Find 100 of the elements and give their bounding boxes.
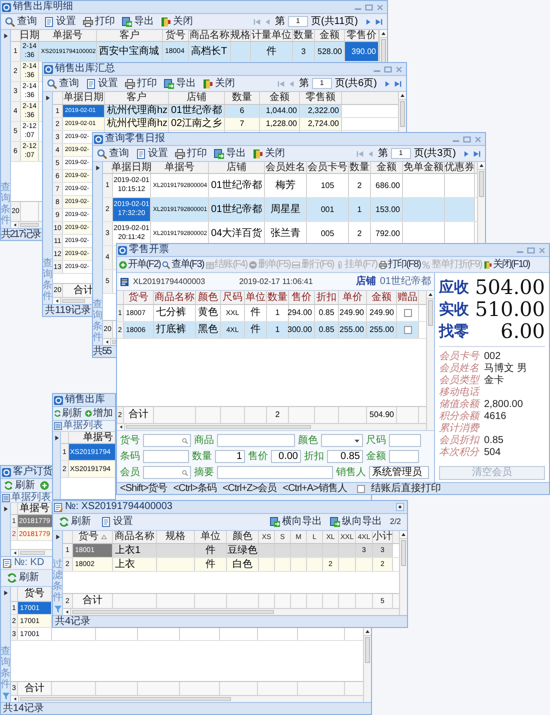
column-header[interactable]: 会员姓名 [265, 162, 307, 173]
search-field[interactable] [143, 466, 191, 479]
search-icon[interactable] [182, 438, 188, 444]
toolbar-button[interactable]: 导出 [164, 78, 196, 88]
toolbar-button[interactable]: 设置 [44, 16, 76, 26]
door-icon[interactable] [253, 148, 263, 158]
toolbar-button[interactable]: 刷新 [7, 573, 39, 583]
search-icon[interactable] [5, 16, 15, 26]
printer-icon[interactable] [125, 78, 135, 88]
column-header[interactable]: 客户 [97, 30, 163, 41]
column-header[interactable]: 店铺 [209, 162, 265, 173]
column-header[interactable]: 货号 [163, 30, 189, 41]
scrollbar-thumb[interactable] [365, 637, 370, 663]
input-field[interactable] [217, 466, 333, 479]
sort-icon[interactable] [100, 534, 106, 540]
search-field[interactable] [143, 434, 191, 447]
checkbox[interactable] [404, 309, 412, 317]
column-header[interactable]: 单据号 [69, 432, 115, 443]
search-icon[interactable] [162, 260, 170, 268]
door-icon[interactable] [203, 78, 213, 88]
input-field[interactable] [389, 450, 419, 463]
scrollbar[interactable] [426, 291, 434, 430]
column-header[interactable]: 金额 [371, 162, 403, 173]
scrollbar[interactable] [11, 221, 42, 228]
next-page-icon[interactable] [462, 150, 470, 158]
toolbar-button[interactable]: 设置 [101, 517, 133, 527]
toolbar-button[interactable]: 设置 [136, 148, 168, 158]
document-icon[interactable] [101, 517, 111, 527]
column-header[interactable]: 货号 [124, 291, 154, 304]
column-header[interactable]: 商品名称 [189, 30, 231, 41]
input-field[interactable]: 1 [215, 450, 245, 463]
checkbox[interactable] [356, 484, 365, 492]
column-header[interactable]: 单位 [245, 291, 267, 304]
checkbox[interactable] [404, 326, 412, 334]
toolbar-button[interactable]: 打印 [83, 16, 115, 26]
export-icon[interactable] [164, 78, 174, 88]
last-page-icon[interactable] [473, 150, 481, 158]
scrollbar-thumb[interactable] [400, 101, 405, 127]
input-field[interactable]: 0.00 [271, 450, 301, 463]
scrollbar[interactable] [379, 30, 387, 62]
column-header[interactable]: 货号 [73, 531, 113, 543]
first-page-icon[interactable] [252, 18, 261, 26]
column-header[interactable]: 单据日期 [113, 162, 151, 173]
scrollbar[interactable] [53, 297, 92, 304]
document-icon[interactable] [86, 78, 96, 88]
plus-icon[interactable] [40, 481, 49, 490]
scrollbar-thumb[interactable] [479, 171, 484, 197]
scroll-left-icon[interactable] [12, 551, 16, 555]
document-icon[interactable] [44, 16, 54, 26]
filter-icon[interactable] [2, 692, 10, 700]
column-header[interactable]: 数量 [267, 291, 289, 304]
door-icon[interactable] [161, 16, 171, 26]
refresh-icon[interactable] [7, 573, 17, 583]
column-header[interactable]: 颜色 [227, 531, 259, 543]
toolbar-button[interactable]: 导出 [122, 16, 154, 26]
filter-icon[interactable] [54, 605, 62, 613]
maximize-icon[interactable] [365, 4, 373, 10]
scrollbar-thumb[interactable] [126, 425, 312, 429]
export-icon[interactable] [122, 16, 132, 26]
scrollbar-thumb[interactable] [62, 299, 86, 303]
printer-icon[interactable] [379, 260, 388, 268]
column-header[interactable]: 单据号 [151, 162, 209, 173]
column-header[interactable]: 规格 [231, 30, 251, 41]
caret-icon[interactable] [354, 438, 360, 442]
column-header[interactable]: 金额 [260, 92, 300, 104]
search-icon[interactable] [182, 470, 188, 476]
toolbar-button[interactable]: 纵向导出 [330, 517, 382, 527]
toolbar-button[interactable]: 查询 [47, 78, 79, 88]
input-field[interactable] [143, 450, 189, 463]
printer-icon[interactable] [175, 148, 185, 158]
printer-icon[interactable] [83, 16, 93, 26]
toolbar-button[interactable]: 关闭 [253, 148, 285, 158]
column-header[interactable]: 赠品 [397, 291, 419, 304]
first-page-icon[interactable] [356, 150, 364, 158]
plus-icon[interactable] [85, 410, 92, 417]
toolbar-button[interactable]: 关闭 [203, 78, 235, 88]
scrollbar-thumb[interactable] [428, 300, 433, 326]
column-header[interactable]: 优惠券 [445, 162, 475, 173]
refresh-icon[interactable] [59, 517, 69, 527]
previous-page-icon[interactable] [288, 80, 296, 88]
scrollbar[interactable] [363, 628, 371, 702]
column-header[interactable]: 单据号 [39, 30, 97, 41]
column-header[interactable]: 会员卡号 [307, 162, 349, 173]
next-page-icon[interactable] [364, 18, 372, 26]
column-header[interactable]: 单价 [339, 291, 367, 304]
column-header[interactable]: 单位 [195, 531, 227, 543]
input-field[interactable]: 0.85 [327, 450, 363, 463]
scrollbar-thumb[interactable] [381, 39, 386, 62]
toolbar-button[interactable]: 刷新 [59, 517, 91, 527]
scrollbar[interactable] [117, 423, 426, 430]
toolbar-button[interactable]: 查询 [5, 16, 37, 26]
column-header[interactable]: 商品名称 [154, 291, 196, 304]
export-icon[interactable] [330, 517, 340, 527]
search-icon[interactable] [47, 78, 57, 88]
column-header[interactable]: 免单金额 [403, 162, 445, 173]
column-header[interactable]: 规格 [157, 531, 195, 543]
maximize-icon[interactable] [463, 136, 471, 142]
toolbar-button[interactable]: 关闭 [161, 16, 193, 26]
toolbar-button[interactable]: 设置 [86, 78, 118, 88]
column-header[interactable]: 售价 [289, 291, 315, 304]
